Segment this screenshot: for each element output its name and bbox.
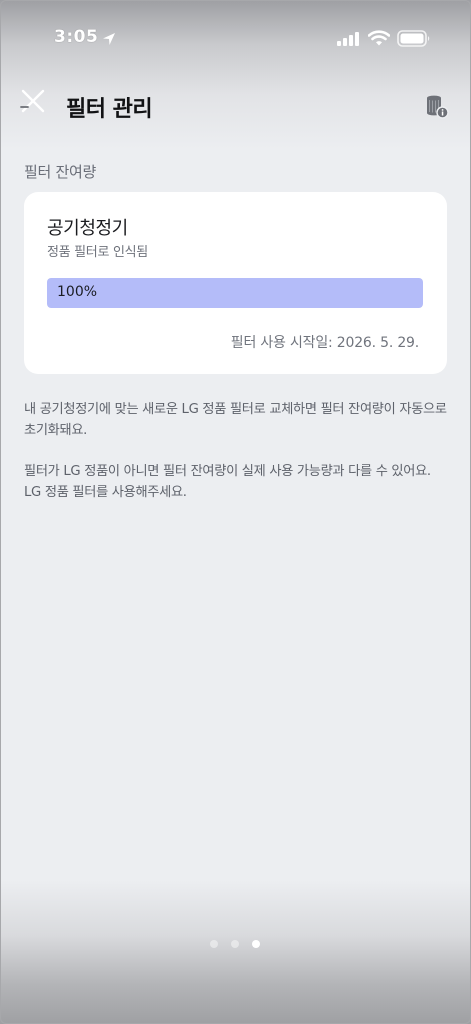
signal-icon [337,32,359,46]
battery-icon [397,30,430,47]
filter-progress-fill [47,278,423,308]
location-icon [103,33,115,45]
page-dot-1[interactable] [210,940,218,948]
wifi-icon [368,30,390,46]
close-icon[interactable] [18,86,48,116]
status-bar: 3:05 [0,22,471,56]
device-name: 공기청정기 [47,218,128,239]
filter-progress-label: 100% [57,284,98,300]
header: 필터 관리 [0,82,471,130]
filter-recognition-status: 정품 필터로 인식됨 [47,245,148,260]
genuine-filter-note: 필터가 LG 정품이 아니면 필터 잔여량이 실제 사용 가능량과 다를 수 있… [24,464,431,500]
filter-progress-bar: 100% [47,278,423,308]
page-dot-3[interactable] [252,940,260,948]
filter-card: 공기청정기 정품 필터로 인식됨 100% 필터 사용 시작일: 2026. 5… [24,192,447,374]
phone-frame [0,0,471,1024]
page-dot-2[interactable] [231,940,239,948]
filter-start-date: 필터 사용 시작일: 2026. 5. 29. [230,335,419,351]
page-indicator [210,940,270,950]
section-label: 필터 잔여량 [24,163,96,181]
filter-info-icon[interactable] [423,93,451,121]
reset-note: 내 공기청정기에 맞는 새로운 LG 정품 필터로 교체하면 필터 잔여량이 자… [24,402,447,438]
page-title: 필터 관리 [66,97,153,122]
status-time: 3:05 [54,27,99,47]
